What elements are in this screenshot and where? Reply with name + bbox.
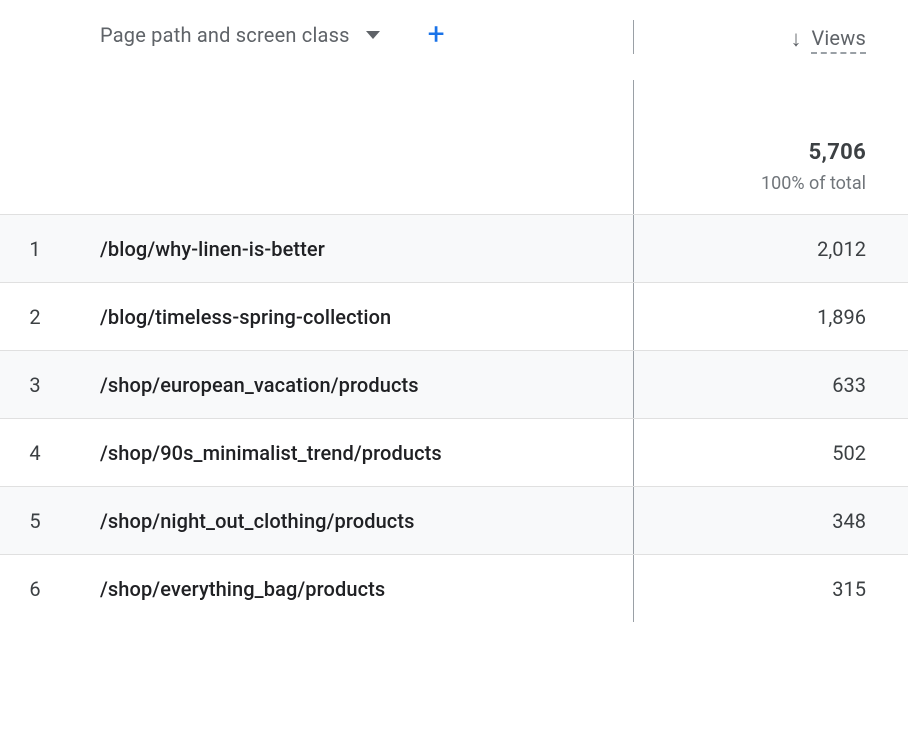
row-path: /shop/90s_minimalist_trend/products (70, 441, 633, 465)
row-index: 4 (0, 441, 70, 465)
add-dimension-button[interactable]: + (428, 20, 445, 50)
row-views: 315 (633, 555, 908, 622)
dimension-column-header: Page path and screen class + (70, 20, 633, 50)
table-row[interactable]: 1/blog/why-linen-is-better2,012 (0, 214, 908, 282)
row-views: 2,012 (633, 215, 908, 282)
row-index: 3 (0, 373, 70, 397)
total-value: 5,706 (809, 140, 866, 165)
dimension-selector[interactable]: Page path and screen class (100, 23, 380, 47)
row-views: 1,896 (633, 283, 908, 350)
table-row[interactable]: 2/blog/timeless-spring-collection1,896 (0, 282, 908, 350)
total-pct: 100% of total (761, 173, 866, 194)
row-path: /blog/why-linen-is-better (70, 237, 633, 261)
data-rows-container: 1/blog/why-linen-is-better2,0122/blog/ti… (0, 214, 908, 622)
totals-row: 5,706 100% of total (0, 80, 908, 214)
row-path: /shop/european_vacation/products (70, 373, 633, 397)
row-index: 2 (0, 305, 70, 329)
row-index: 6 (0, 577, 70, 601)
metric-label: Views (811, 26, 866, 54)
row-path: /blog/timeless-spring-collection (70, 305, 633, 329)
row-index: 1 (0, 237, 70, 261)
metric-column-header: ↓ Views (633, 20, 908, 54)
row-path: /shop/everything_bag/products (70, 577, 633, 601)
row-views: 348 (633, 487, 908, 554)
dimension-label: Page path and screen class (100, 23, 350, 47)
table-row[interactable]: 6/shop/everything_bag/products315 (0, 554, 908, 622)
table-header-row: Page path and screen class + ↓ Views (0, 0, 908, 80)
row-path: /shop/night_out_clothing/products (70, 509, 633, 533)
row-views: 633 (633, 351, 908, 418)
table-row[interactable]: 4/shop/90s_minimalist_trend/products502 (0, 418, 908, 486)
totals-left-spacer (0, 80, 633, 214)
table-row[interactable]: 5/shop/night_out_clothing/products348 (0, 486, 908, 554)
arrow-down-icon: ↓ (790, 29, 801, 51)
table-row[interactable]: 3/shop/european_vacation/products633 (0, 350, 908, 418)
analytics-table: Page path and screen class + ↓ Views 5,7… (0, 0, 908, 622)
row-views: 502 (633, 419, 908, 486)
chevron-down-icon (366, 31, 380, 39)
row-index: 5 (0, 509, 70, 533)
totals-metric-cell: 5,706 100% of total (633, 80, 908, 214)
metric-sort-header[interactable]: ↓ Views (790, 20, 866, 54)
